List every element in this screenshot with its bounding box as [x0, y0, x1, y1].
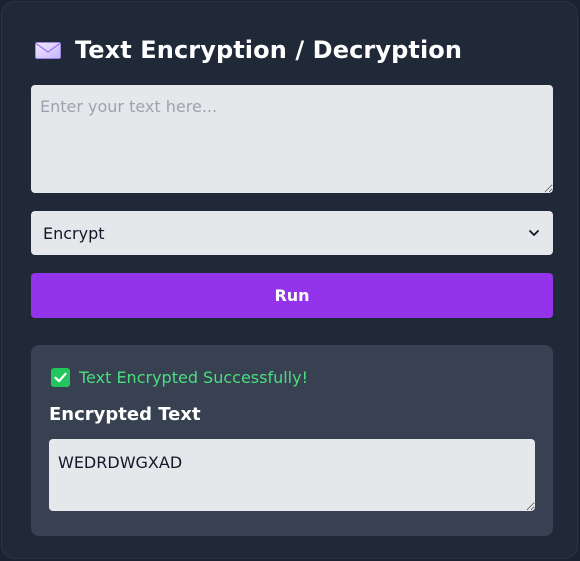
run-button[interactable]: Run	[31, 273, 553, 318]
app-card: Text Encryption / Decryption Encrypt Run…	[1, 1, 578, 559]
result-panel: Text Encrypted Successfully! Encrypted T…	[31, 345, 553, 536]
encrypted-output[interactable]: WEDRDWGXAD	[49, 439, 535, 511]
title-text: Text Encryption / Decryption	[75, 36, 463, 64]
check-mark-icon	[51, 367, 70, 387]
page-title: Text Encryption / Decryption	[35, 32, 462, 68]
mode-select-value: Encrypt	[43, 223, 105, 243]
text-input[interactable]	[31, 85, 553, 193]
status-text: Text Encrypted Successfully!	[79, 367, 309, 387]
mode-select[interactable]: Encrypt	[31, 211, 553, 255]
envelope-icon	[35, 41, 61, 59]
chevron-down-icon	[529, 230, 539, 236]
status-message: Text Encrypted Successfully!	[51, 366, 308, 388]
result-label: Encrypted Text	[49, 404, 201, 425]
